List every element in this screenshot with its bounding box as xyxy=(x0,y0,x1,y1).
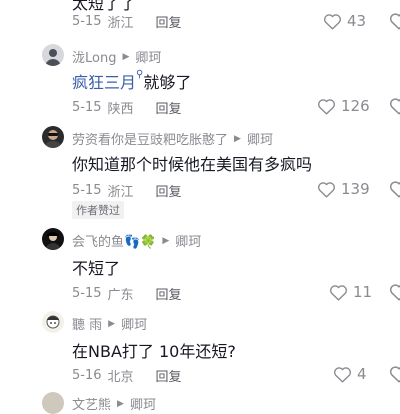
username[interactable]: 劳资看你是豆豉粑吃胀憨了 xyxy=(72,129,228,148)
comment-date: 5-16 xyxy=(72,368,102,383)
comment-header: 劳资看你是豆豉粑吃胀憨了 ▶ 卿珂 xyxy=(72,129,273,148)
reply-arrow-icon: ▶ xyxy=(162,235,170,246)
comment-text: 就够了 xyxy=(143,73,192,92)
like-button[interactable]: 126 xyxy=(317,97,370,115)
reply-arrow-icon: ▶ xyxy=(117,398,124,409)
dislike-button[interactable] xyxy=(388,97,400,117)
reply-to-username[interactable]: 卿珂 xyxy=(121,314,147,333)
comment-location: 浙江 xyxy=(107,185,134,200)
username[interactable]: 文艺熊 xyxy=(72,394,111,413)
comment-location: 陕西 xyxy=(107,102,134,117)
comment-content: 你知道那个时候他在美国有多疯吗 xyxy=(72,155,313,174)
username[interactable]: 聽 雨 xyxy=(72,314,102,333)
like-count: 4 xyxy=(357,365,367,383)
username[interactable]: 泷Long xyxy=(72,47,116,66)
broken-heart-icon xyxy=(389,366,400,383)
black-avatar-icon[interactable] xyxy=(42,228,64,250)
comment-content: 疯狂三月⚲就够了 xyxy=(72,69,191,93)
dislike-button[interactable] xyxy=(388,365,400,385)
like-button[interactable]: 11 xyxy=(329,283,372,301)
reply-button[interactable]: 回复 xyxy=(156,98,182,117)
comment-meta: 5-15 陕西 回复 xyxy=(72,98,182,117)
cartoon-avatar-icon[interactable] xyxy=(42,311,64,333)
reply-to-username[interactable]: 卿珂 xyxy=(130,394,156,413)
comment-meta: 5-15 浙江 回复 xyxy=(72,181,182,200)
comment-location: 广东 xyxy=(107,288,134,303)
broken-heart-icon xyxy=(389,284,400,301)
comment-header-partial: 文艺熊 ▶ 卿珂 xyxy=(72,394,156,413)
comment-header: 泷Long ▶ 卿珂 xyxy=(72,47,161,66)
heart-icon xyxy=(333,366,352,383)
dark-avatar-icon[interactable] xyxy=(42,126,64,148)
comment-location: 北京 xyxy=(107,370,134,385)
comment-header: 聽 雨 ▶ 卿珂 xyxy=(72,314,147,333)
reply-arrow-icon: ▶ xyxy=(108,318,116,329)
like-button[interactable]: 4 xyxy=(333,365,367,383)
broken-heart-icon xyxy=(389,181,400,198)
broken-heart-icon xyxy=(389,13,400,30)
like-button[interactable]: 139 xyxy=(317,180,370,198)
comment-date: 5-15 xyxy=(72,100,102,115)
dislike-button[interactable] xyxy=(388,12,400,32)
reply-to-username[interactable]: 卿珂 xyxy=(175,231,201,250)
reply-button[interactable]: 回复 xyxy=(156,12,182,31)
comment-meta-top: 5-15 浙江 回复 xyxy=(72,12,182,31)
like-button[interactable]: 43 xyxy=(323,12,366,30)
dislike-button[interactable] xyxy=(388,180,400,200)
partial-avatar-icon[interactable] xyxy=(42,392,64,414)
comment-meta: 5-15 广东 回复 xyxy=(72,284,182,303)
dislike-button[interactable] xyxy=(388,283,400,303)
heart-icon xyxy=(323,13,342,30)
reply-to-username[interactable]: 卿珂 xyxy=(135,47,161,66)
heart-icon xyxy=(317,181,336,198)
reply-button[interactable]: 回复 xyxy=(156,181,182,200)
like-count: 11 xyxy=(353,283,373,301)
like-count: 126 xyxy=(341,97,370,115)
author-liked-badge: 作者赞过 xyxy=(72,201,124,219)
reply-to-username[interactable]: 卿珂 xyxy=(247,129,273,148)
comment-meta: 5-16 北京 回复 xyxy=(72,366,182,385)
gray-avatar-icon[interactable] xyxy=(42,44,64,66)
comment-date: 5-15 xyxy=(72,183,102,198)
heart-icon xyxy=(317,98,336,115)
reply-button[interactable]: 回复 xyxy=(156,284,182,303)
username[interactable]: 会飞的鱼👣🍀 xyxy=(72,231,156,250)
hashtag-link[interactable]: 疯狂三月 xyxy=(72,73,136,92)
reply-button[interactable]: 回复 xyxy=(156,366,182,385)
reply-arrow-icon: ▶ xyxy=(234,133,241,144)
comment-header: 会飞的鱼👣🍀 ▶ 卿珂 xyxy=(72,231,201,250)
comment-content: 在NBA打了 10年还短? xyxy=(72,342,236,361)
comment-date: 5-15 xyxy=(72,286,102,301)
comment-content: 不短了 xyxy=(72,259,121,278)
reply-arrow-icon: ▶ xyxy=(122,51,130,62)
like-count: 43 xyxy=(347,12,367,30)
like-count: 139 xyxy=(341,180,370,198)
comment-date: 5-15 xyxy=(72,14,102,29)
comment-location: 浙江 xyxy=(107,16,134,31)
broken-heart-icon xyxy=(389,98,400,115)
heart-icon xyxy=(329,284,348,301)
